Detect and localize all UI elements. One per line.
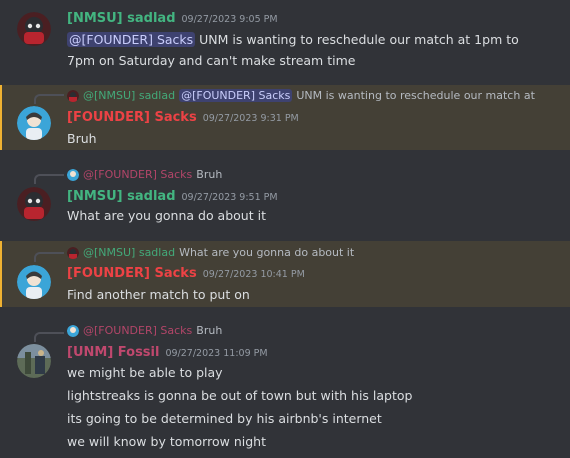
message-5: @[FOUNDER] Sacks Bruh [UNM] Fossil 09/27/… (0, 318, 570, 458)
avatar-mini-sadlad (67, 246, 79, 259)
avatar-mini-sacks (67, 324, 79, 337)
reply-text: Bruh (196, 168, 223, 181)
reply-spine (34, 332, 64, 342)
reply-preview[interactable]: @[FOUNDER] Sacks Bruh (67, 324, 222, 337)
reply-author[interactable]: @[FOUNDER] Sacks (83, 168, 192, 181)
avatar-sadlad[interactable] (17, 187, 51, 221)
user-mention[interactable]: @[FOUNDER] Sacks (67, 32, 196, 47)
author-name[interactable]: [UNM] Fossil 09/27/2023 11:09 PM (67, 345, 268, 360)
author-name[interactable]: [NMSU] sadlad 09/27/2023 9:05 PM (67, 11, 278, 26)
avatar-sadlad[interactable] (17, 12, 51, 46)
message-text: What are you gonna do about it (67, 208, 266, 223)
message-text: we will know by tomorrow night (67, 434, 266, 449)
reply-author[interactable]: @[NMSU] sadlad (83, 89, 175, 102)
timestamp: 09/27/2023 11:09 PM (165, 348, 268, 359)
timestamp: 09/27/2023 9:51 PM (181, 192, 278, 203)
reply-spine (34, 252, 64, 262)
reply-author[interactable]: @[NMSU] sadlad (83, 246, 175, 259)
avatar-sacks[interactable] (17, 106, 51, 140)
avatar-mini-sacks (67, 168, 79, 181)
author-name[interactable]: [FOUNDER] Sacks 09/27/2023 10:41 PM (67, 266, 305, 281)
message-text: Bruh (67, 131, 97, 146)
user-mention[interactable]: @[FOUNDER] Sacks (179, 89, 293, 102)
reply-text: What are you gonna do about it (179, 246, 355, 259)
reply-preview[interactable]: @[NMSU] sadlad What are you gonna do abo… (67, 246, 354, 259)
reply-spine (34, 94, 64, 104)
timestamp: 09/27/2023 9:05 PM (181, 14, 278, 25)
message-text: we might be able to play (67, 365, 223, 380)
timestamp: 09/27/2023 9:31 PM (202, 113, 299, 124)
reply-preview[interactable]: @[FOUNDER] Sacks Bruh (67, 168, 222, 181)
reply-preview[interactable]: @[NMSU] sadlad @[FOUNDER] Sacks UNM is w… (67, 89, 535, 102)
avatar-sacks[interactable] (17, 265, 51, 299)
message-3: @[FOUNDER] Sacks Bruh [NMSU] sadlad 09/27… (0, 160, 570, 232)
reply-author[interactable]: @[FOUNDER] Sacks (83, 324, 192, 337)
message-4: @[NMSU] sadlad What are you gonna do abo… (0, 241, 570, 307)
message-2: @[NMSU] sadlad @[FOUNDER] Sacks UNM is w… (0, 85, 570, 150)
reply-text: Bruh (196, 324, 223, 337)
message-text: 7pm on Saturday and can't make stream ti… (67, 53, 356, 68)
message-text: Find another match to put on (67, 287, 250, 302)
message-text: @[FOUNDER] Sacks UNM is wanting to resch… (67, 32, 519, 47)
message-1: [NMSU] sadlad 09/27/2023 9:05 PM @[FOUNDE… (0, 0, 570, 80)
message-text: lightstreaks is gonna be out of town but… (67, 388, 413, 403)
author-name[interactable]: [NMSU] sadlad 09/27/2023 9:51 PM (67, 189, 278, 204)
reply-text: UNM is wanting to reschedule our match a… (296, 89, 535, 102)
avatar-fossil[interactable] (17, 344, 51, 378)
reply-spine (34, 174, 64, 184)
avatar-mini-sadlad (67, 89, 79, 102)
message-text: its going to be determined by his airbnb… (67, 411, 382, 426)
author-name[interactable]: [FOUNDER] Sacks 09/27/2023 9:31 PM (67, 110, 299, 125)
timestamp: 09/27/2023 10:41 PM (202, 269, 305, 280)
